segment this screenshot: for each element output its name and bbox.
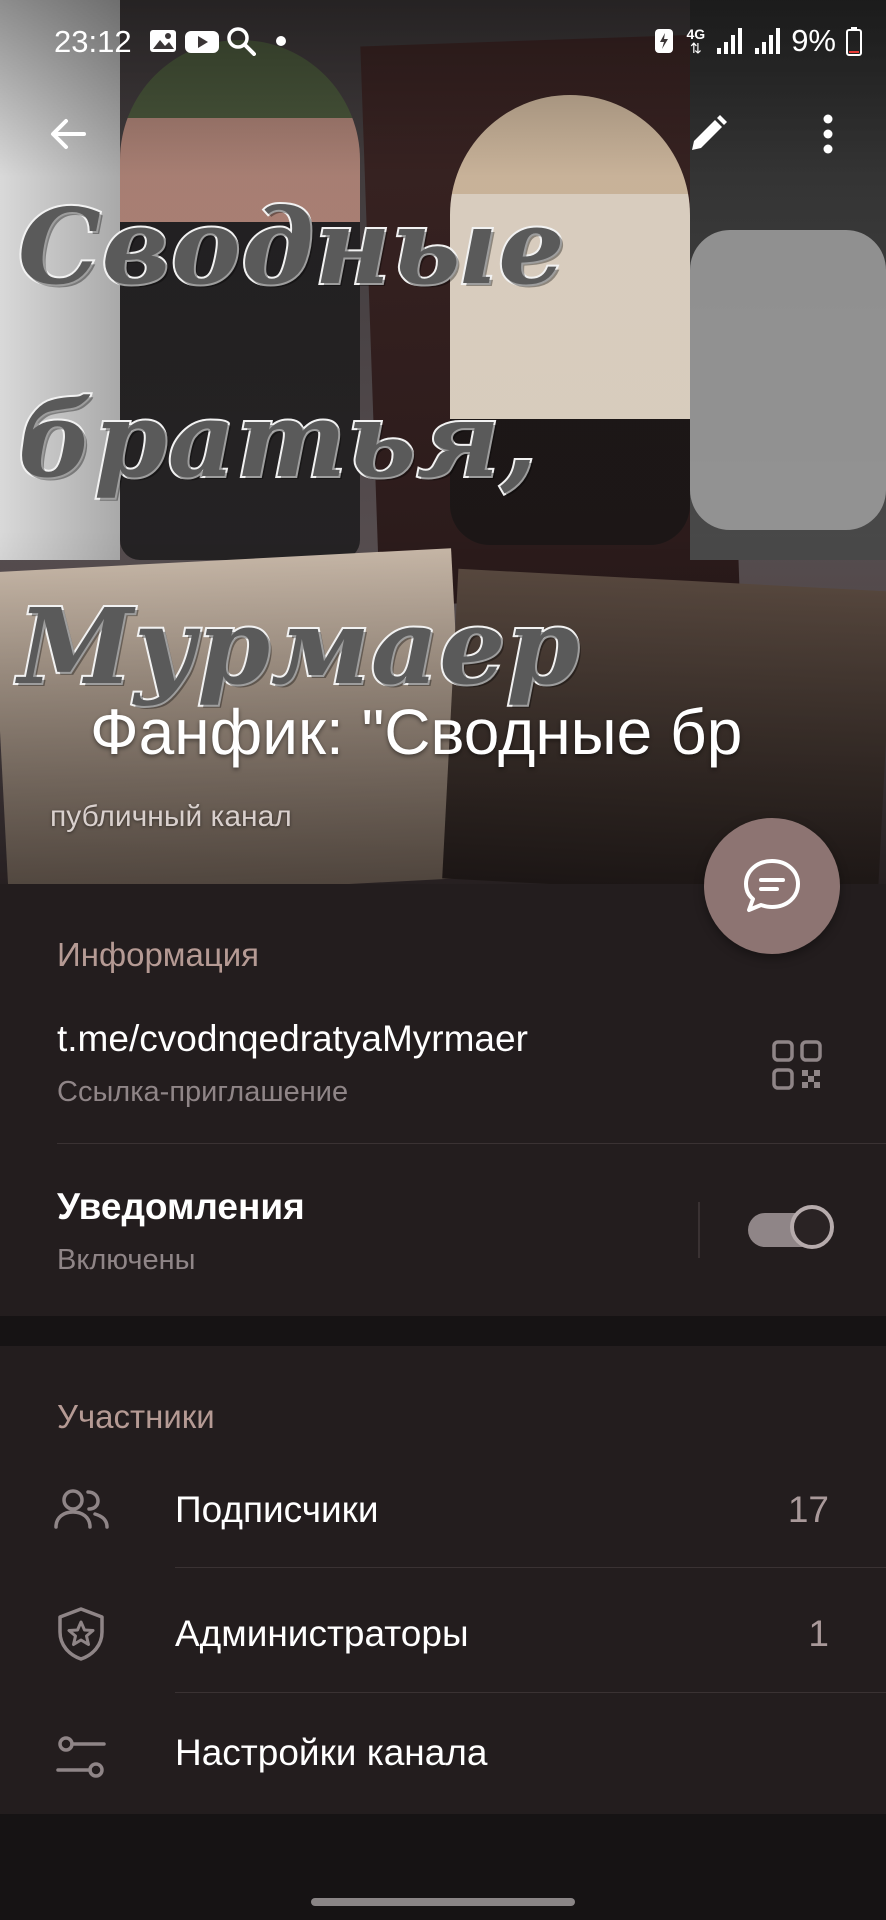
channel-subtitle: публичный канал [50,800,292,833]
back-arrow-icon [51,119,86,149]
invite-link[interactable]: t.me/cvodnqedratyaMyrmaer [57,1018,528,1060]
invite-link-caption: Ссылка-приглашение [57,1076,349,1108]
status-time: 23:12 [54,24,132,59]
gesture-nav-handle[interactable] [311,1898,575,1906]
data-arrows-icon: ⇅ [689,40,702,56]
cover-title-line-2: братья, [16,376,539,503]
sliders-icon [56,1736,106,1778]
network-type: 4G [686,26,706,42]
shield-star-icon [58,1607,104,1661]
members-card: Участники Подписчики 17 Администраторы 1… [0,1346,886,1814]
battery-icon [846,27,862,56]
cover-title-line-1: Сводные [16,183,567,310]
divider [175,1567,886,1568]
notifications-state: Включены [57,1244,196,1276]
more-vertical-icon [823,114,833,154]
edit-button[interactable] [672,98,744,170]
discussion-chat-button[interactable] [704,818,840,954]
signal-icon-1 [717,28,743,54]
youtube-icon [185,31,219,53]
channel-settings-row[interactable]: Настройки канала [0,1696,886,1814]
back-button[interactable] [32,98,104,170]
pencil-icon [692,115,727,150]
subscribers-row[interactable]: Подписчики 17 [0,1448,886,1572]
battery-percent: 9% [791,23,836,58]
channel-title: Фанфик: "Сводные бр [90,696,743,768]
administrators-row[interactable]: Администраторы 1 [0,1572,886,1696]
battery-saver-icon [654,29,673,53]
divider [57,1143,886,1144]
subscribers-label: Подписчики [175,1489,379,1530]
chat-bubble-icon [744,859,800,912]
members-section-title: Участники [57,1398,215,1435]
qr-code-icon[interactable] [772,1040,822,1090]
notifications-toggle[interactable] [748,1205,836,1255]
signal-icon-2 [755,28,781,54]
subscribers-count: 17 [787,1489,829,1530]
toggle-separator [698,1202,700,1258]
channel-settings-label: Настройки канала [175,1732,488,1773]
toggle-knob [790,1205,834,1249]
invite-link-row[interactable]: t.me/cvodnqedratyaMyrmaer Ссылка-приглаш… [0,994,886,1134]
status-bar: 23:12 4G ⇅ 9% [0,0,886,86]
divider [175,1692,886,1693]
notifications-label: Уведомления [57,1186,305,1227]
network-indicator: 4G ⇅ [687,27,706,55]
status-right-group: 4G ⇅ 9% [651,23,862,58]
administrators-label: Администраторы [175,1613,469,1654]
search-icon [227,27,256,56]
notifications-row[interactable]: Уведомления Включены [0,1146,690,1306]
users-icon [54,1489,109,1529]
cover-title-line-3: Мурмаер [16,583,581,710]
gallery-icon [150,30,176,52]
dot-icon [276,36,286,46]
info-section-title: Информация [57,936,260,973]
more-options-button[interactable] [792,98,864,170]
administrators-count: 1 [808,1613,829,1654]
